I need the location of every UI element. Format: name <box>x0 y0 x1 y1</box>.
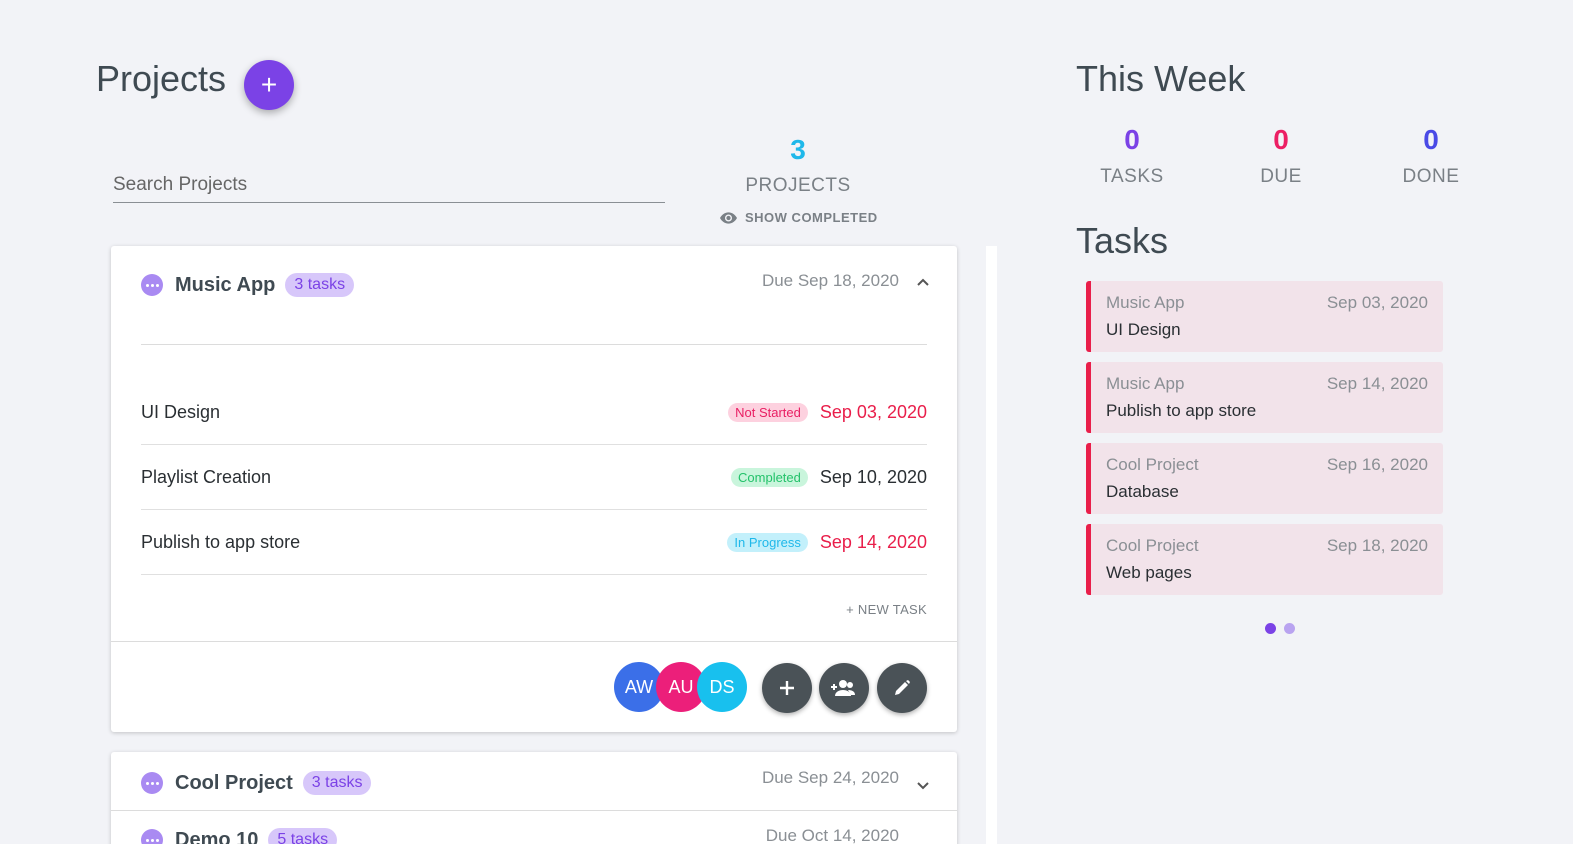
task-count-badge: 3 tasks <box>302 771 372 795</box>
task-date: Sep 03, 2020 <box>819 402 927 422</box>
chevron-up-icon[interactable] <box>915 274 931 290</box>
task-date: Sep 14, 2020 <box>1326 374 1428 393</box>
add-project-button[interactable]: + <box>244 60 294 110</box>
project-due-date: Due Sep 24, 2020 <box>761 768 899 787</box>
tasks-count: 0 <box>1124 124 1140 155</box>
task-name: Database <box>1106 482 1179 501</box>
task-project: Cool Project <box>1106 455 1199 474</box>
task-project: Music App <box>1106 293 1185 312</box>
week-task-card[interactable]: Music App Sep 14, 2020 Publish to app st… <box>1086 362 1443 433</box>
project-card: Music App 3 tasks Due Sep 18, 2020 UI De… <box>111 246 957 732</box>
status-badge: Completed <box>731 468 808 487</box>
group-add-icon <box>831 680 855 696</box>
projects-count-label: PROJECTS <box>745 175 851 196</box>
status-badge: Not Started <box>728 403 808 422</box>
task-project: Cool Project <box>1106 536 1199 555</box>
page-title: Projects <box>96 58 227 99</box>
task-row[interactable]: Publish to app store In Progress Sep 14,… <box>141 511 927 575</box>
search-input[interactable] <box>113 168 665 203</box>
project-name: Demo 10 <box>175 828 259 844</box>
week-task-card[interactable]: Music App Sep 03, 2020 UI Design <box>1086 281 1443 352</box>
tasks-count-label: TASKS <box>1100 166 1164 187</box>
task-count-badge: 5 tasks <box>268 828 338 844</box>
divider <box>111 810 957 811</box>
show-completed-label: SHOW COMPLETED <box>745 210 878 225</box>
project-name: Cool Project <box>175 771 293 794</box>
task-date: Sep 03, 2020 <box>1326 293 1428 312</box>
task-name: UI Design <box>1106 320 1181 339</box>
done-count: 0 <box>1423 124 1439 155</box>
tasks-section-title: Tasks <box>1076 220 1169 261</box>
scrollbar[interactable] <box>986 246 997 844</box>
project-header[interactable]: Music App 3 tasks <box>141 273 355 297</box>
status-badge: In Progress <box>727 533 808 552</box>
task-name: Playlist Creation <box>141 467 272 487</box>
show-completed-toggle[interactable]: SHOW COMPLETED <box>720 210 878 225</box>
project-card: Cool Project 3 tasks Due Sep 24, 2020 De… <box>111 752 957 844</box>
eye-icon <box>720 211 737 224</box>
edit-button[interactable] <box>877 663 927 713</box>
task-name: Publish to app store <box>141 532 301 552</box>
task-date: Sep 16, 2020 <box>1326 455 1428 474</box>
project-due-date: Due Oct 14, 2020 <box>765 826 899 844</box>
add-task-button[interactable] <box>762 663 812 713</box>
task-date: Sep 18, 2020 <box>1326 536 1428 555</box>
task-row[interactable]: UI Design Not Started Sep 03, 2020 <box>141 381 927 445</box>
task-project: Music App <box>1106 374 1185 393</box>
plus-icon: + <box>260 69 278 100</box>
page-dot[interactable] <box>1284 623 1295 634</box>
project-header[interactable]: Demo 10 5 tasks <box>141 828 338 844</box>
more-icon[interactable] <box>141 829 163 844</box>
task-date: Sep 10, 2020 <box>819 467 927 487</box>
due-count-label: DUE <box>1260 166 1302 187</box>
avatar[interactable]: DS <box>697 662 747 712</box>
page-dot-active[interactable] <box>1265 623 1276 634</box>
this-week-title: This Week <box>1076 58 1246 99</box>
project-header[interactable]: Cool Project 3 tasks <box>141 771 372 795</box>
add-member-button[interactable] <box>819 663 869 713</box>
task-name: Web pages <box>1106 563 1192 582</box>
task-row[interactable]: Playlist Creation Completed Sep 10, 2020 <box>141 446 927 510</box>
due-count: 0 <box>1273 124 1289 155</box>
week-task-card[interactable]: Cool Project Sep 18, 2020 Web pages <box>1086 524 1443 595</box>
task-name: UI Design <box>141 402 221 422</box>
chevron-down-icon[interactable] <box>915 778 931 794</box>
task-name: Publish to app store <box>1106 401 1257 420</box>
week-task-card[interactable]: Cool Project Sep 16, 2020 Database <box>1086 443 1443 514</box>
divider <box>111 641 957 642</box>
project-name: Music App <box>175 273 276 296</box>
more-icon[interactable] <box>141 274 163 296</box>
new-task-button[interactable]: + NEW TASK <box>846 602 927 617</box>
pagination-dots <box>1265 623 1295 634</box>
task-count-badge: 3 tasks <box>285 273 355 297</box>
projects-count: 3 <box>790 134 806 165</box>
done-count-label: DONE <box>1402 166 1460 187</box>
divider <box>141 344 927 345</box>
plus-icon <box>780 681 794 695</box>
pencil-icon <box>895 680 910 695</box>
more-icon[interactable] <box>141 772 163 794</box>
project-due-date: Due Sep 18, 2020 <box>761 271 899 290</box>
task-date: Sep 14, 2020 <box>819 532 927 552</box>
